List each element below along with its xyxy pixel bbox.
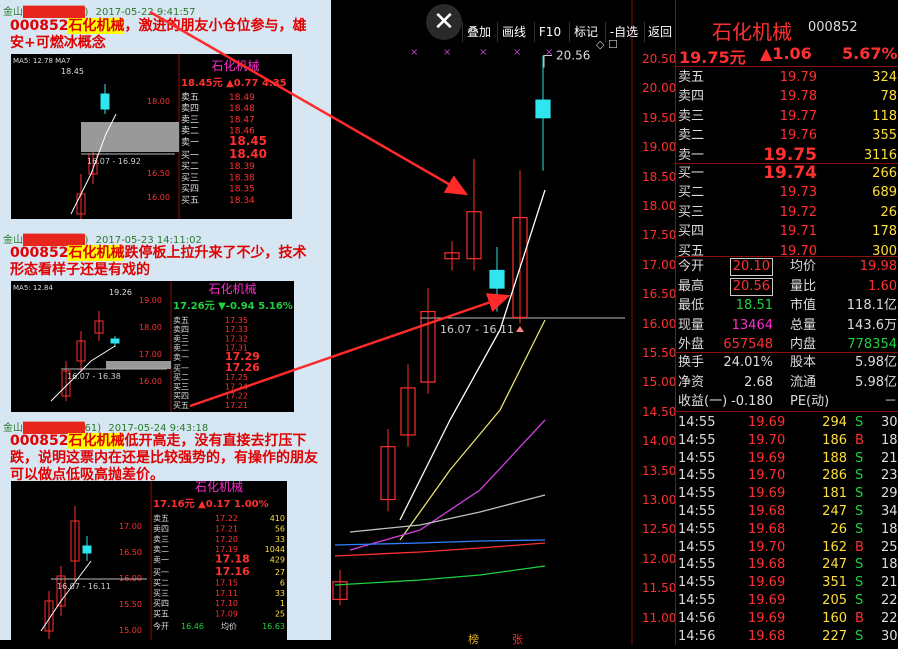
arrow-2 bbox=[189, 293, 511, 408]
annotation-arrows bbox=[149, 10, 511, 408]
arrow-1 bbox=[149, 10, 469, 196]
